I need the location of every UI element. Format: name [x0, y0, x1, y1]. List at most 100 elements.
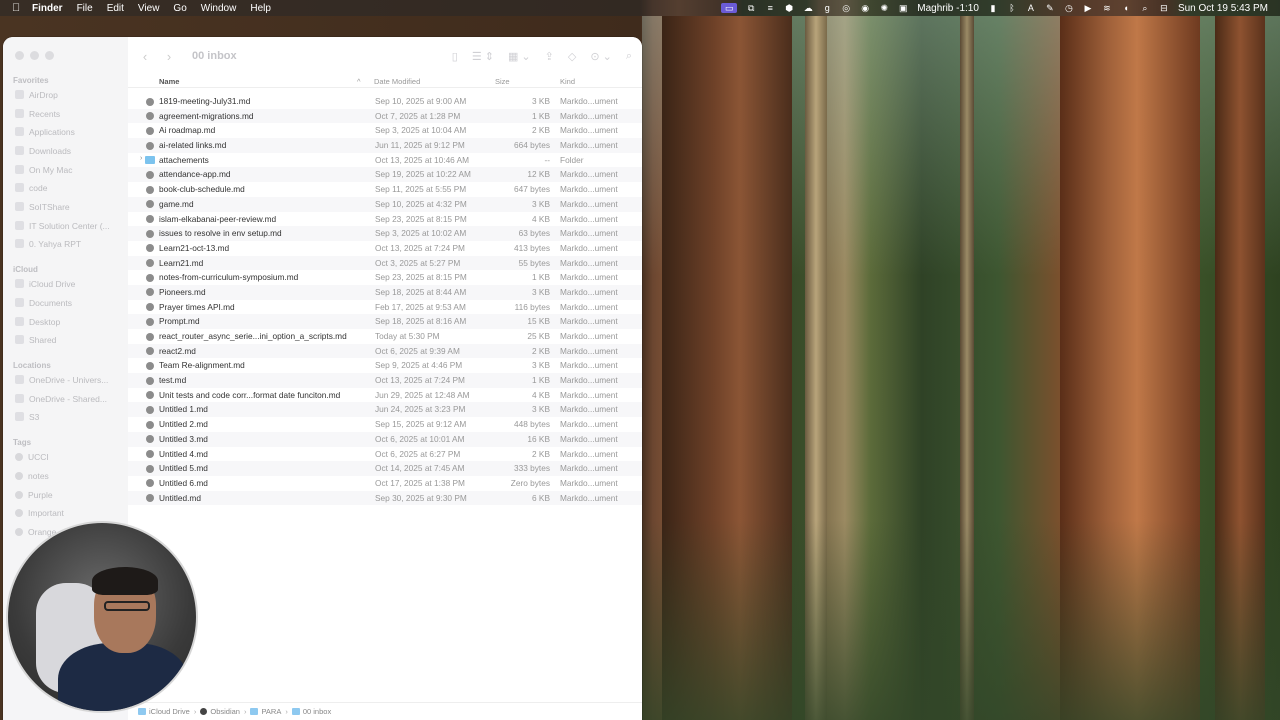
grammarly-icon[interactable]: ◎ — [841, 3, 851, 13]
sidebar-item-onedrive-university[interactable]: OneDrive - Univers... — [15, 371, 123, 388]
table-row[interactable]: › attachements Oct 13, 2025 at 10:46 AM -- F… — [128, 153, 642, 168]
table-row[interactable]: notes-from-curriculum-symposium.md Sep 23… — [128, 270, 642, 285]
sidebar-tag-ucci[interactable]: UCCI — [15, 448, 123, 465]
column-date-modified[interactable]: Date Modified — [374, 77, 420, 86]
table-row[interactable]: Pioneers.md Sep 18, 2025 at 8:44 AM 3 KB Ma… — [128, 284, 642, 300]
clipboard-icon[interactable]: ⧉ — [746, 3, 756, 13]
sidebar-tag-purple[interactable]: Purple — [15, 486, 123, 503]
menu-window[interactable]: Window — [201, 3, 237, 14]
menu-edit[interactable]: Edit — [107, 3, 124, 14]
table-row[interactable]: Team Re-alignment.md Sep 9, 2025 at 4:46 … — [128, 358, 642, 373]
sidebar-item-documents[interactable]: Documents — [15, 294, 123, 311]
control-center-icon[interactable]: ⊟ — [1159, 3, 1169, 13]
table-row[interactable]: book-club-schedule.md Sep 11, 2025 at 5:5… — [128, 182, 642, 197]
sidebar-item-soitshare[interactable]: SoITShare — [15, 198, 123, 215]
sort-chevron-icon[interactable]: ^ — [357, 77, 361, 86]
table-row[interactable]: Untitled 5.md Oct 14, 2025 at 7:45 AM 333 … — [128, 461, 642, 476]
sidebar-item-applications[interactable]: Applications — [15, 123, 123, 140]
sidebar-item-desktop[interactable]: Desktop — [15, 313, 123, 330]
menu-app-name[interactable]: Finder — [32, 3, 63, 14]
table-row[interactable]: ai-related links.md Jun 11, 2025 at 9:12 … — [128, 138, 642, 153]
table-row[interactable]: Untitled 3.md Oct 6, 2025 at 10:01 AM 16 K… — [128, 431, 642, 447]
table-row[interactable]: test.md Oct 13, 2025 at 7:24 PM 1 KB Markdo… — [128, 373, 642, 388]
table-row[interactable]: Unit tests and code corr...format date f… — [128, 388, 642, 403]
clock-icon[interactable]: ◷ — [1064, 3, 1074, 13]
group-icon[interactable]: ▦ ⌄ — [508, 50, 531, 63]
zoom-button[interactable] — [45, 51, 54, 60]
wifi-icon[interactable]: ≋ — [1102, 3, 1112, 13]
search-icon[interactable]: ⌕ — [626, 50, 632, 63]
shield-icon[interactable]: ⬢ — [784, 3, 794, 13]
table-row[interactable]: Untitled 4.md Oct 6, 2025 at 6:27 PM 2 KB M… — [128, 447, 642, 462]
calendar-icon[interactable]: ▣ — [898, 3, 908, 13]
keyboard-icon[interactable]: A — [1026, 3, 1036, 13]
file-kind: Markdo...ument — [560, 198, 618, 209]
path-item-00-inbox[interactable]: 00 inbox — [291, 707, 331, 716]
table-row[interactable]: Learn21-oct-13.md Oct 13, 2025 at 7:24 PM… — [128, 241, 642, 256]
table-row[interactable]: game.md Sep 10, 2025 at 4:32 PM 3 KB Markdo… — [128, 196, 642, 212]
table-row[interactable]: Untitled.md Sep 30, 2025 at 9:30 PM 6 KB Ma… — [128, 490, 642, 506]
sidebar-item-recents[interactable]: Recents — [15, 105, 123, 122]
cloud-icon[interactable]: ☁ — [803, 3, 813, 13]
sidebar-item-it-solution-center[interactable]: IT Solution Center (... — [15, 217, 123, 234]
table-row[interactable]: Untitled 6.md Oct 17, 2025 at 1:38 PM Zero… — [128, 476, 642, 491]
sidebar-item-airdrop[interactable]: AirDrop — [15, 86, 123, 103]
menu-clock[interactable]: Sun Oct 19 5:43 PM — [1178, 3, 1268, 14]
table-row[interactable]: agreement-migrations.md Oct 7, 2025 at 1:… — [128, 108, 642, 124]
sidebar-item-s3[interactable]: S3 — [15, 408, 123, 425]
table-row[interactable]: attendance-app.md Sep 19, 2025 at 10:22 A… — [128, 167, 642, 183]
table-row[interactable]: react_router_async_serie...ini_option_a_… — [128, 329, 642, 344]
chat-icon[interactable]: ◉ — [860, 3, 870, 13]
column-size[interactable]: Size — [495, 77, 510, 86]
menu-go[interactable]: Go — [173, 3, 186, 14]
input-source-label[interactable]: Maghrib -1:10 — [917, 3, 979, 14]
sidebar-item-yahya-rpt[interactable]: 0. Yahya RPT — [15, 235, 123, 252]
table-row[interactable]: islam-elkabanai-peer-review.md Sep 23, 20… — [128, 212, 642, 227]
table-row[interactable]: Prayer times API.md Feb 17, 2025 at 9:53 … — [128, 300, 642, 315]
g-icon[interactable]: g — [822, 3, 832, 13]
menu-view[interactable]: View — [138, 3, 160, 14]
sidebar-tag-important[interactable]: Important — [15, 504, 123, 521]
sidebar-item-shared[interactable]: Shared — [15, 331, 123, 348]
minimize-button[interactable] — [30, 51, 39, 60]
sidebar-item-code[interactable]: code — [15, 179, 123, 196]
view-options-icon[interactable]: ☰ ⇕ — [472, 50, 494, 63]
path-item-obsidian[interactable]: Obsidian — [200, 707, 240, 716]
sound-icon[interactable]: ◖ — [1121, 3, 1131, 13]
sidebar-item-onedrive-shared[interactable]: OneDrive - Shared... — [15, 390, 123, 407]
close-button[interactable] — [15, 51, 24, 60]
tag-icon[interactable]: ◇ — [568, 50, 576, 63]
table-row[interactable]: issues to resolve in env setup.md Sep 3, … — [128, 226, 642, 241]
column-name[interactable]: Name — [159, 77, 179, 86]
path-item-para[interactable]: PARA — [250, 707, 281, 716]
back-arrow-icon[interactable]: ‹ — [138, 49, 152, 64]
table-row[interactable]: Learn21.md Oct 3, 2025 at 5:27 PM 55 bytes… — [128, 255, 642, 271]
table-row[interactable]: react2.md Oct 6, 2025 at 9:39 AM 2 KB Markd… — [128, 343, 642, 359]
table-row[interactable]: Prompt.md Sep 18, 2025 at 8:16 AM 15 KB Mar… — [128, 314, 642, 329]
sidebar-tag-notes[interactable]: notes — [15, 467, 123, 484]
table-row[interactable]: 1819-meeting-July31.md Sep 10, 2025 at 9:… — [128, 94, 642, 109]
forward-arrow-icon[interactable]: › — [162, 49, 176, 64]
sidebar-item-downloads[interactable]: Downloads — [15, 142, 123, 159]
list-icon[interactable]: ≡ — [765, 3, 775, 13]
table-row[interactable]: Ai roadmap.md Sep 3, 2025 at 10:04 AM 2 KB… — [128, 123, 642, 138]
settings-icon[interactable]: ✺ — [879, 3, 889, 13]
battery-icon[interactable]: ▮ — [988, 3, 998, 13]
table-row[interactable]: Untitled 1.md Jun 24, 2025 at 3:23 PM 3 KB… — [128, 402, 642, 418]
apple-icon[interactable]:  — [12, 3, 22, 14]
sidebar-item-icloud-drive[interactable]: iCloud Drive — [15, 275, 123, 292]
play-icon[interactable]: ▶ — [1083, 3, 1093, 13]
search-icon[interactable]: ⌕ — [1140, 3, 1150, 13]
pen-icon[interactable]: ✎ — [1045, 3, 1055, 13]
share-icon[interactable]: ⇪ — [545, 50, 554, 63]
menu-help[interactable]: Help — [250, 3, 271, 14]
new-folder-icon[interactable]: ▯ — [452, 50, 458, 63]
screen-record-icon[interactable]: ▭ — [721, 3, 738, 13]
sidebar-item-on-my-mac[interactable]: On My Mac — [15, 161, 123, 178]
disclosure-triangle-icon[interactable]: › — [140, 155, 142, 162]
table-row[interactable]: Untitled 2.md Sep 15, 2025 at 9:12 AM 448 … — [128, 417, 642, 432]
more-actions-icon[interactable]: ⊙ ⌄ — [590, 50, 612, 63]
column-kind[interactable]: Kind — [560, 77, 575, 86]
menu-file[interactable]: File — [77, 3, 93, 14]
bluetooth-icon[interactable]: ᛒ — [1007, 3, 1017, 13]
